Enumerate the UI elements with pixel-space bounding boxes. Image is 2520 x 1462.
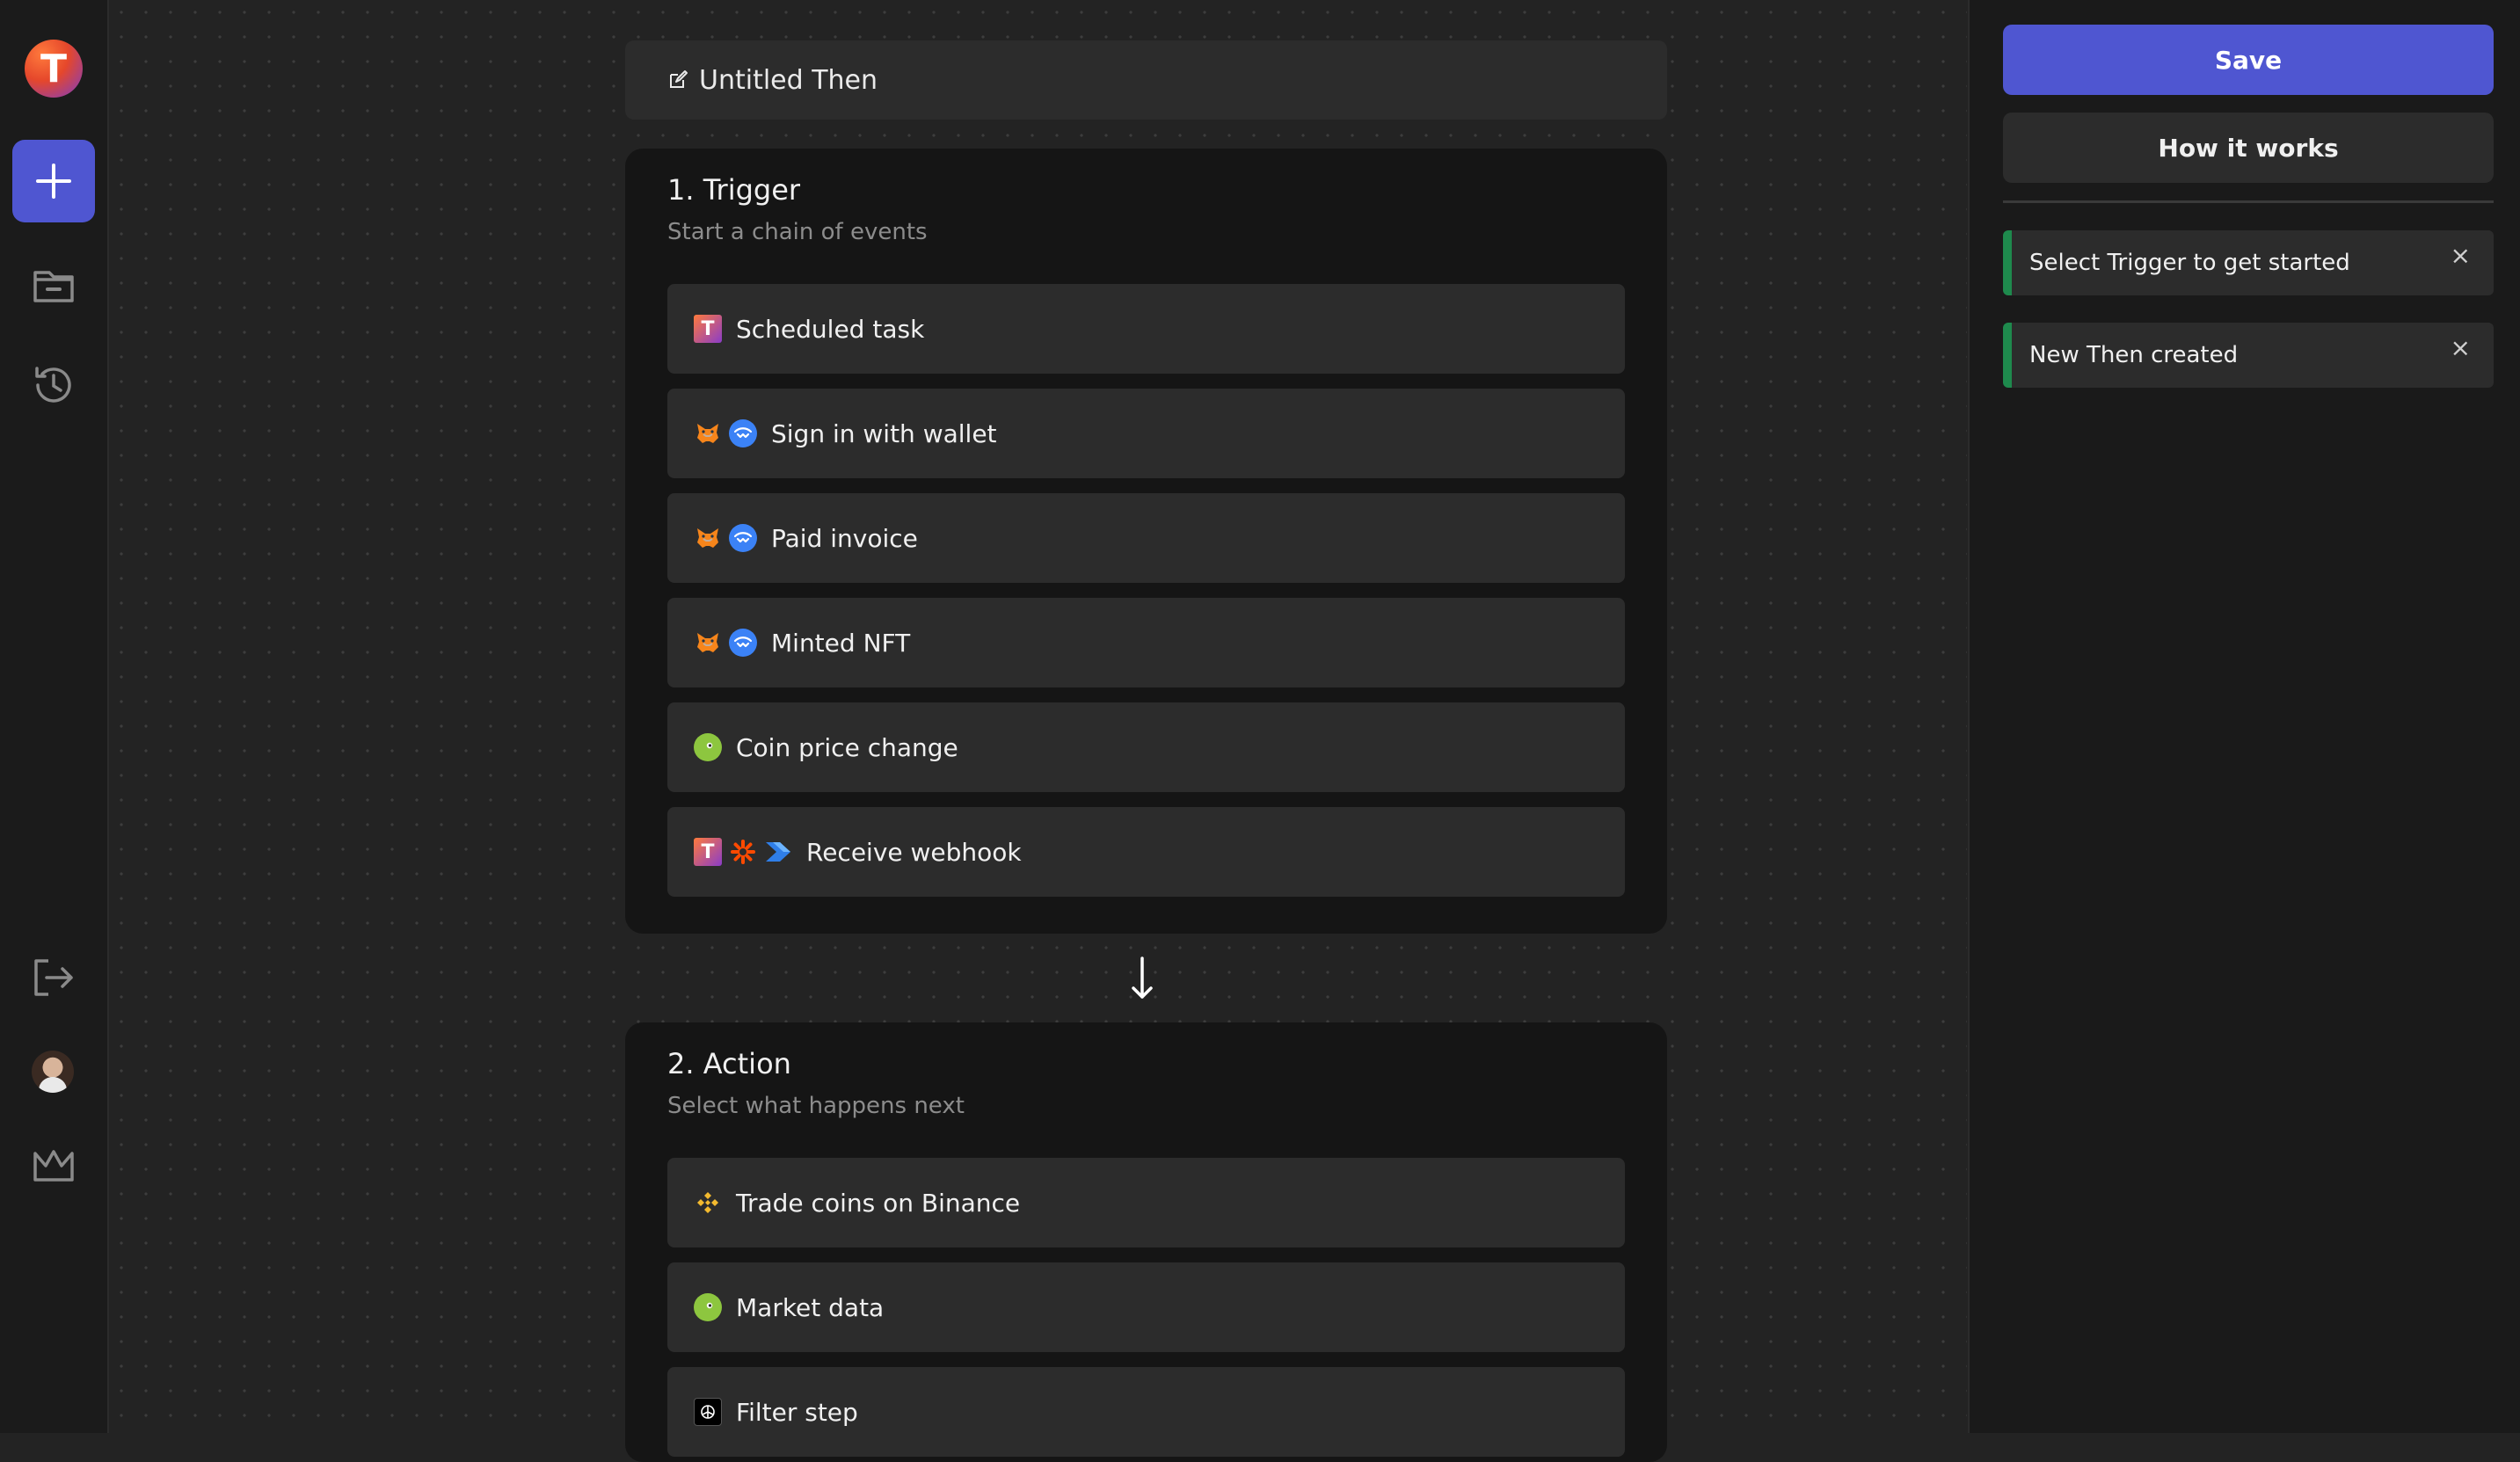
divider — [2003, 200, 2494, 203]
close-icon[interactable]: × — [2451, 333, 2471, 362]
option-item[interactable]: Market data — [667, 1262, 1625, 1352]
option-label: Filter step — [736, 1397, 858, 1427]
action-card: 2. Action Select what happens next Trade… — [625, 1022, 1667, 1462]
zapier-icon — [729, 838, 757, 866]
save-button[interactable]: Save — [2003, 25, 2494, 95]
logout-button[interactable] — [29, 953, 78, 1002]
new-then-button[interactable] — [12, 140, 95, 222]
metamask-icon — [694, 419, 722, 447]
option-label: Receive webhook — [806, 837, 1022, 867]
crown-icon — [33, 1150, 74, 1182]
option-icons — [694, 733, 722, 761]
action-list: Trade coins on Binance Market data Filter … — [667, 1158, 1625, 1457]
option-icons — [694, 1398, 722, 1426]
option-item[interactable]: Minted NFT — [667, 598, 1625, 687]
logout-icon — [34, 959, 73, 996]
trigger-list: T Scheduled task Sign in with wallet Paid i… — [667, 284, 1625, 897]
option-item[interactable]: Filter step — [667, 1367, 1625, 1457]
binance-icon — [694, 1189, 722, 1217]
option-label: Sign in with wallet — [771, 418, 997, 448]
option-icons — [694, 1293, 722, 1321]
upgrade-button[interactable] — [29, 1141, 78, 1190]
walletconnect-icon — [729, 629, 757, 657]
toast-notification: New Then created × — [2003, 323, 2494, 388]
left-rail: T — [0, 0, 109, 1433]
option-item[interactable]: Sign in with wallet — [667, 389, 1625, 478]
metamask-icon — [694, 524, 722, 552]
option-label: Coin price change — [736, 732, 958, 762]
then-title[interactable]: Untitled Then — [625, 40, 1667, 120]
option-item[interactable]: Paid invoice — [667, 493, 1625, 583]
openai-icon — [694, 1398, 722, 1426]
history-button[interactable] — [29, 360, 78, 410]
power-automate-icon — [764, 838, 792, 866]
how-it-works-button[interactable]: How it works — [2003, 113, 2494, 183]
option-icons — [694, 524, 757, 552]
flow-canvas[interactable]: Untitled Then 1. Trigger Start a chain o… — [109, 0, 1967, 1462]
option-item[interactable]: T Receive webhook — [667, 807, 1625, 897]
metamask-icon — [694, 629, 722, 657]
option-item[interactable]: Coin price change — [667, 702, 1625, 792]
coingecko-icon — [694, 1293, 722, 1321]
avatar[interactable] — [32, 1051, 74, 1093]
walletconnect-icon — [729, 419, 757, 447]
option-item[interactable]: T Scheduled task — [667, 284, 1625, 374]
plus-icon — [36, 164, 71, 199]
option-label: Scheduled task — [736, 314, 925, 344]
option-label: Minted NFT — [771, 628, 911, 658]
t-logo-icon: T — [694, 315, 722, 343]
close-icon[interactable]: × — [2451, 241, 2471, 270]
then-title-text: Untitled Then — [699, 64, 878, 96]
walletconnect-icon — [729, 524, 757, 552]
trigger-heading: 1. Trigger — [667, 173, 801, 207]
coingecko-icon — [694, 733, 722, 761]
option-label: Paid invoice — [771, 523, 918, 553]
action-heading: 2. Action — [667, 1047, 791, 1080]
folder-icon — [33, 271, 74, 302]
trigger-subtitle: Start a chain of events — [667, 219, 928, 245]
option-label: Market data — [736, 1292, 885, 1322]
option-icons — [694, 629, 757, 657]
trigger-card: 1. Trigger Start a chain of events T Sche… — [625, 149, 1667, 934]
app-logo[interactable]: T — [25, 40, 83, 98]
toast-notification: Select Trigger to get started × — [2003, 230, 2494, 295]
option-item[interactable]: Trade coins on Binance — [667, 1158, 1625, 1247]
folder-button[interactable] — [29, 260, 78, 309]
history-icon — [35, 367, 71, 403]
down-arrow-icon — [1129, 956, 1155, 1004]
t-logo-icon: T — [694, 838, 722, 866]
option-icons: T — [694, 315, 722, 343]
toast-text: Select Trigger to get started — [2029, 250, 2350, 276]
option-icons — [694, 1189, 722, 1217]
option-icons — [694, 419, 757, 447]
toast-text: New Then created — [2029, 342, 2239, 368]
right-panel: Save How it works Select Trigger to get … — [1968, 0, 2520, 1433]
option-icons: T — [694, 838, 792, 866]
edit-icon — [667, 69, 688, 91]
action-subtitle: Select what happens next — [667, 1093, 965, 1119]
option-label: Trade coins on Binance — [736, 1188, 1021, 1218]
